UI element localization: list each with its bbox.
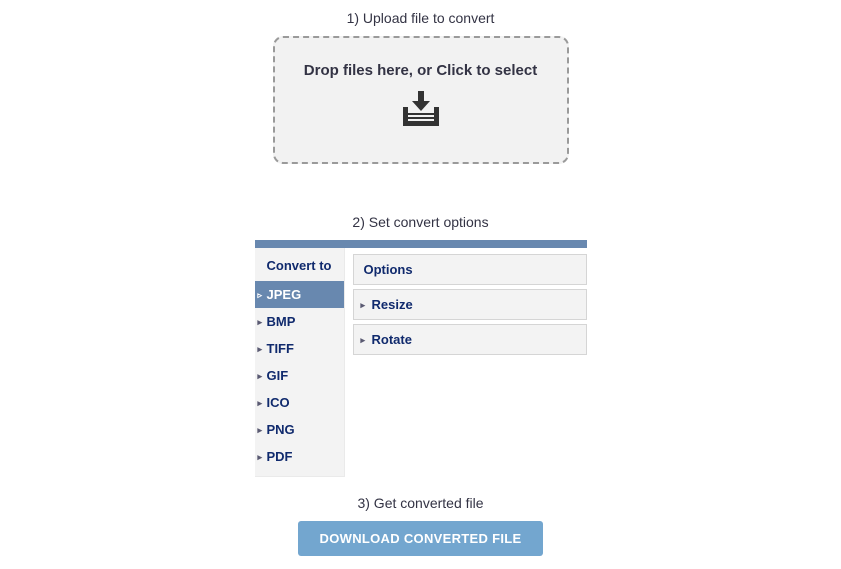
step2-title: 2) Set convert options [0, 214, 841, 230]
option-panel: Options Resize Rotate [345, 248, 587, 359]
option-resize[interactable]: Resize [353, 289, 587, 320]
options-top-bar [255, 240, 587, 248]
download-button[interactable]: DOWNLOAD CONVERTED FILE [298, 521, 544, 556]
step3-title: 3) Get converted file [0, 495, 841, 511]
options-header: Options [353, 254, 587, 285]
download-tray-icon [394, 89, 448, 133]
format-item-gif[interactable]: GIF [255, 362, 344, 389]
format-item-ico[interactable]: ICO [255, 389, 344, 416]
step1-title: 1) Upload file to convert [0, 0, 841, 26]
format-item-pdf[interactable]: PDF [255, 443, 344, 470]
format-item-png[interactable]: PNG [255, 416, 344, 443]
dropzone-text: Drop files here, or Click to select [275, 62, 567, 79]
format-item-jpeg[interactable]: JPEG [255, 281, 344, 308]
options-container: Convert to JPEG BMP TIFF GIF ICO PNG PDF… [255, 240, 587, 477]
format-item-tiff[interactable]: TIFF [255, 335, 344, 362]
format-item-bmp[interactable]: BMP [255, 308, 344, 335]
file-dropzone[interactable]: Drop files here, or Click to select [273, 36, 569, 164]
convert-to-label: Convert to [255, 248, 344, 281]
option-rotate[interactable]: Rotate [353, 324, 587, 355]
format-panel: Convert to JPEG BMP TIFF GIF ICO PNG PDF [255, 248, 345, 477]
